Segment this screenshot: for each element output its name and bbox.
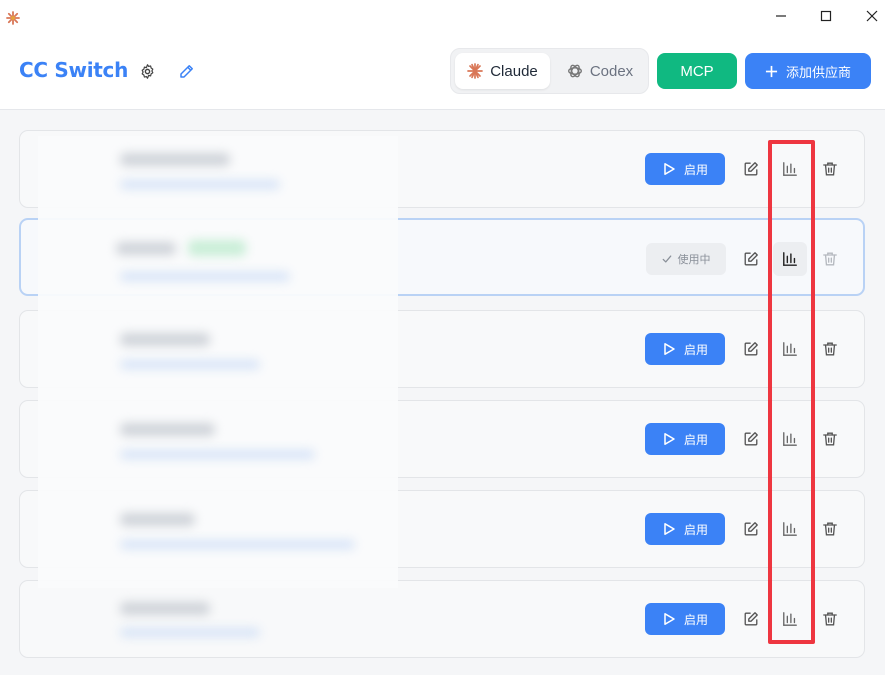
play-icon: [664, 613, 675, 625]
openai-knot-icon: [567, 64, 582, 78]
edit-icon: [744, 522, 758, 536]
trash-icon: [823, 162, 837, 176]
check-icon: [662, 255, 671, 263]
edit-icon: [744, 252, 758, 266]
maximize-icon: [820, 10, 832, 22]
edit-provider-button[interactable]: [734, 152, 768, 186]
delete-provider-button[interactable]: [813, 602, 847, 636]
sunburst-logo-icon: [6, 10, 20, 25]
edit-icon: [744, 162, 758, 176]
delete-provider-button[interactable]: [813, 422, 847, 456]
close-icon: [866, 10, 878, 22]
tab-codex[interactable]: Codex: [554, 53, 646, 89]
mcp-button[interactable]: MCP: [657, 53, 737, 89]
settings-button[interactable]: [136, 60, 158, 82]
trash-icon: [823, 252, 837, 266]
pencil-icon: [180, 65, 193, 78]
add-provider-button[interactable]: 添加供应商: [745, 53, 871, 89]
maximize-button[interactable]: [803, 0, 849, 32]
trash-icon: [823, 522, 837, 536]
close-button[interactable]: [849, 0, 885, 32]
mcp-button-label: MCP: [680, 62, 714, 80]
play-icon: [664, 433, 675, 445]
play-icon: [664, 163, 675, 175]
delete-provider-button[interactable]: [813, 152, 847, 186]
enable-button-label: 启用: [683, 432, 708, 447]
gear-icon: [141, 63, 153, 79]
edit-icon: [744, 612, 758, 626]
edit-provider-button[interactable]: [734, 512, 768, 546]
app-title: CC Switch: [19, 58, 129, 82]
delete-provider-button[interactable]: [813, 332, 847, 366]
tab-claude[interactable]: Claude: [455, 53, 550, 89]
enable-button[interactable]: 启用: [645, 423, 725, 455]
provider-card[interactable]: 启用: [19, 580, 865, 658]
minimize-button[interactable]: [758, 0, 804, 32]
app-switcher: Claude Codex: [450, 48, 649, 94]
blurred-provider-url: [120, 628, 260, 637]
enable-button-label: 启用: [683, 342, 708, 357]
edit-provider-button[interactable]: [734, 242, 768, 276]
enable-button-label: 启用: [683, 522, 708, 537]
enable-button[interactable]: 启用: [645, 153, 725, 185]
play-icon: [664, 523, 675, 535]
edit-provider-button[interactable]: [734, 422, 768, 456]
in-use-label: 使用中: [677, 253, 711, 266]
highlight-annotation: [768, 140, 815, 644]
enable-button-label: 启用: [683, 162, 708, 177]
edit-provider-button[interactable]: [734, 602, 768, 636]
trash-icon: [823, 432, 837, 446]
enable-button-label: 启用: [683, 612, 708, 627]
plus-icon: [765, 65, 778, 77]
trash-icon: [823, 612, 837, 626]
tab-claude-label: Claude: [490, 62, 538, 80]
enable-button[interactable]: 启用: [645, 603, 725, 635]
blurred-provider-name: [120, 602, 210, 615]
edit-icon: [744, 432, 758, 446]
claude-sunburst-icon: [467, 63, 484, 79]
delete-provider-button[interactable]: [813, 242, 847, 276]
edit-icon: [744, 342, 758, 356]
edit-provider-button[interactable]: [734, 332, 768, 366]
in-use-indicator: 使用中: [646, 243, 726, 275]
minimize-icon: [776, 15, 786, 17]
add-provider-label: 添加供应商: [785, 65, 851, 81]
delete-provider-button[interactable]: [813, 512, 847, 546]
blurred-provider-details: [38, 136, 398, 588]
app-header: CC Switch Claude Codex MCP 添加供应商: [0, 32, 885, 110]
edit-mode-button[interactable]: [176, 60, 198, 82]
play-icon: [664, 343, 675, 355]
enable-button[interactable]: 启用: [645, 513, 725, 545]
window-titlebar: [0, 0, 885, 32]
tab-codex-label: Codex: [589, 62, 634, 80]
trash-icon: [823, 342, 837, 356]
enable-button[interactable]: 启用: [645, 333, 725, 365]
